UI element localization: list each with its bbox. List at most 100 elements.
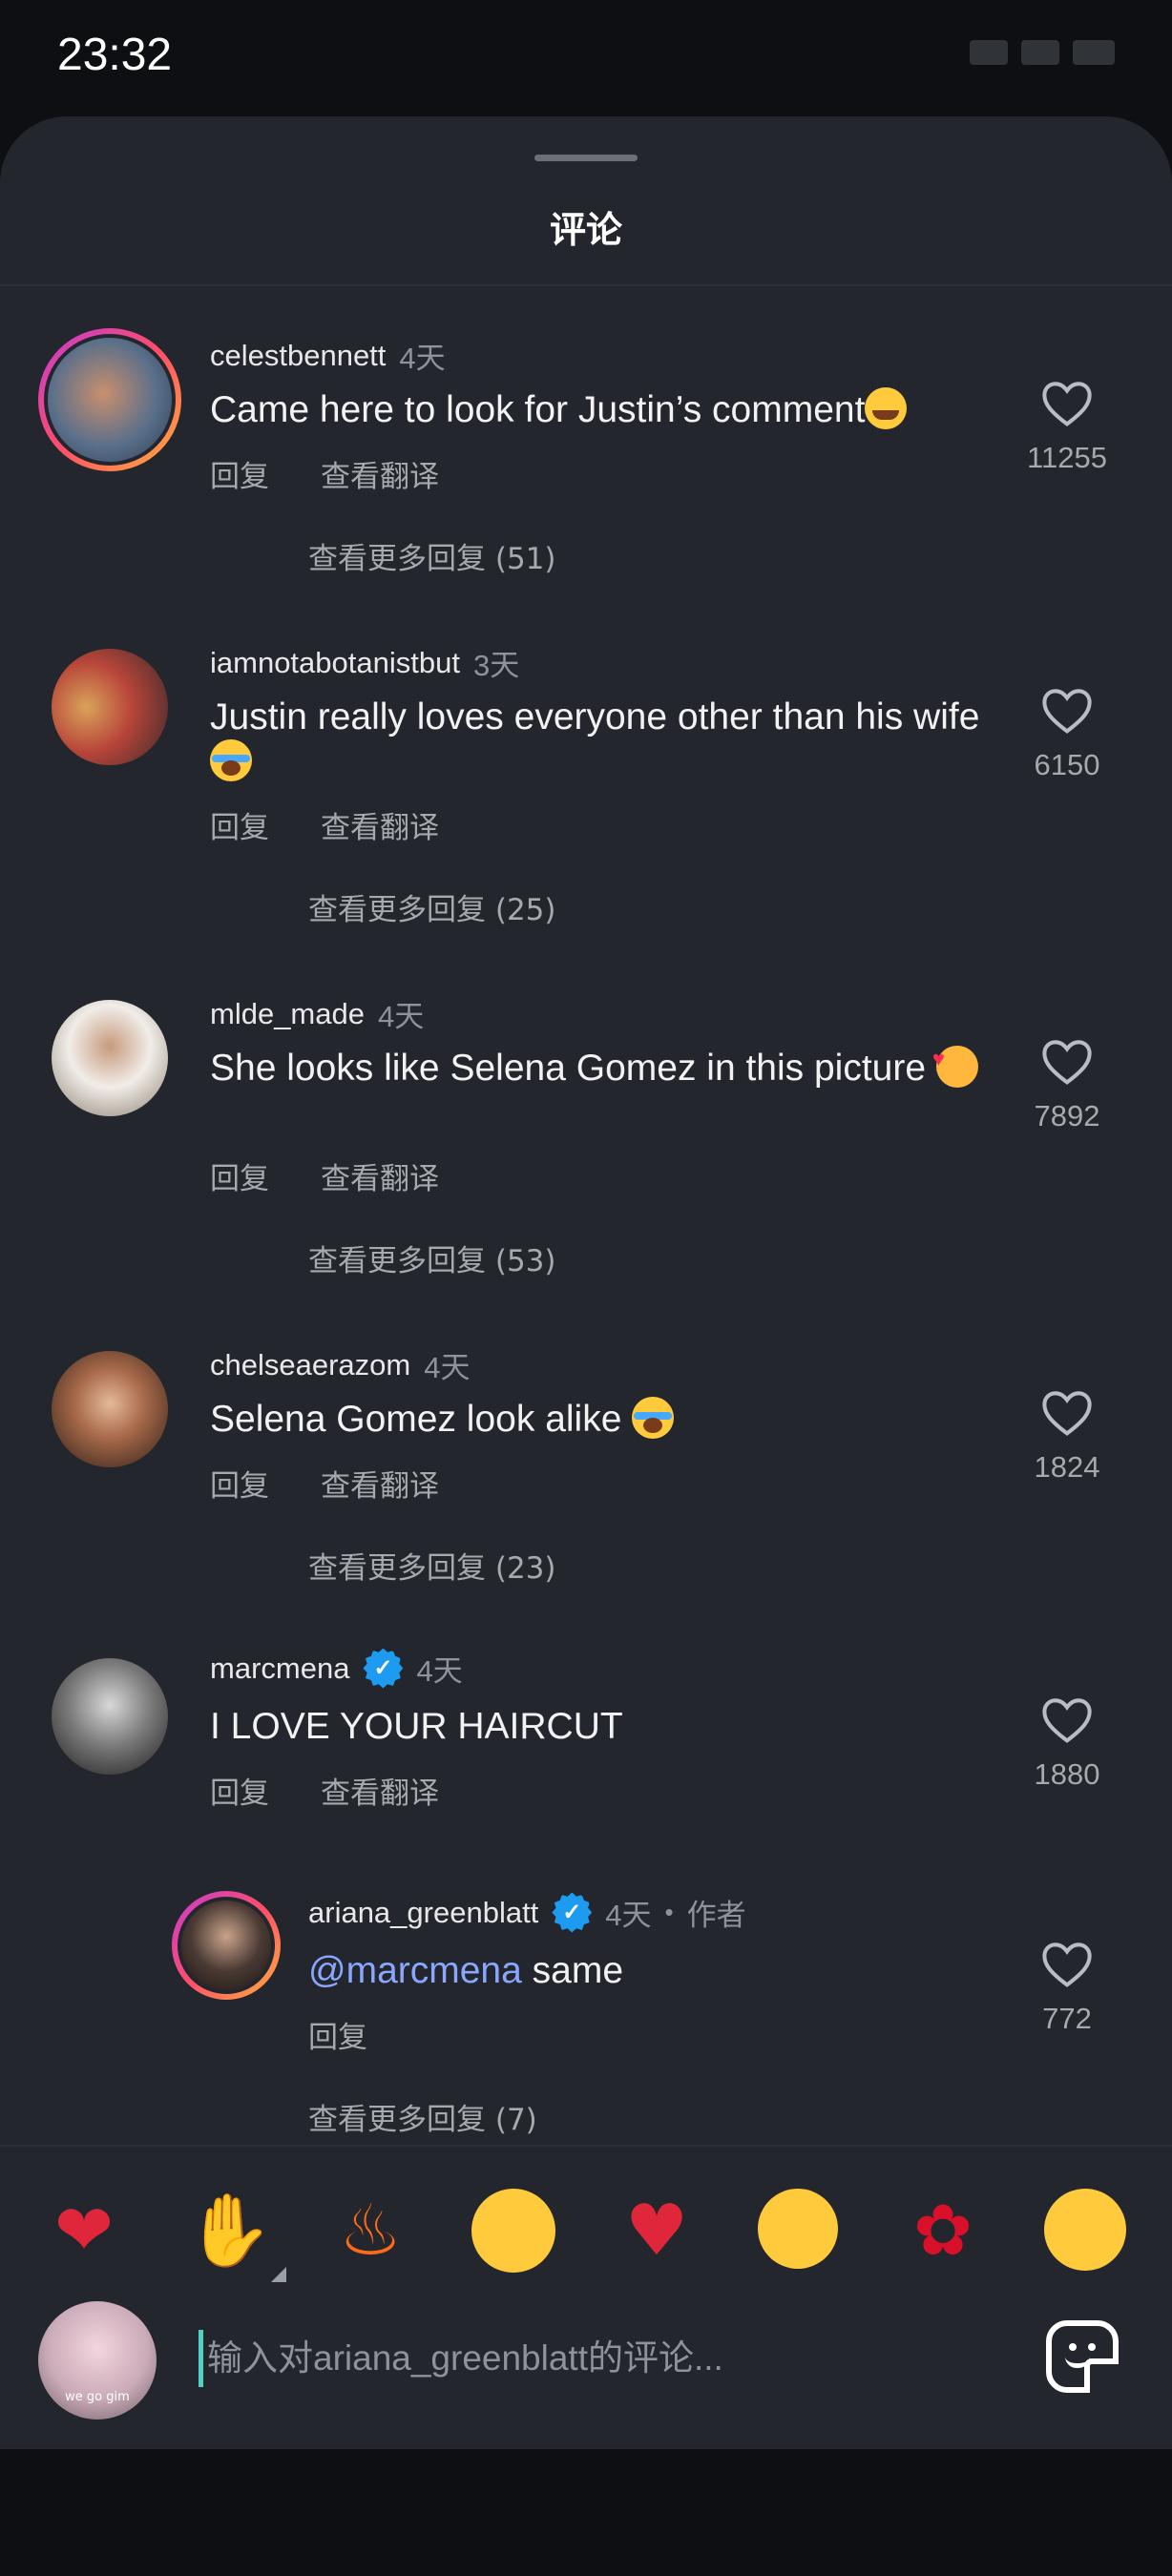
reply-button[interactable]: 回复 [210,803,269,846]
sticker-icon-eye [1088,2343,1096,2351]
mention-link[interactable]: @marcmena [308,1950,522,1991]
sheet-drag-handle[interactable] [534,155,638,161]
red-heart-emoji-button[interactable]: ❤ [42,2189,126,2273]
comment-text: Justin really loves everyone other than … [210,695,1002,784]
sticker-button[interactable] [1046,2320,1119,2393]
sheet-title: 评论 [549,209,622,251]
comment-body: I LOVE YOUR HAIRCUT [210,1706,623,1747]
comment-actions: 回复 查看翻译 [210,1462,439,1505]
comment-text: Came here to look for Justin’s comment [210,387,1002,432]
avatar[interactable] [38,328,181,471]
username[interactable]: chelseaerazom [210,1348,410,1382]
comment-body: Justin really loves everyone other than … [210,696,980,737]
like-count: 1880 [1034,1757,1100,1791]
avatar[interactable] [52,1351,168,1467]
like-button[interactable]: 6150 [1000,687,1134,782]
translate-button[interactable]: 查看翻译 [321,1462,439,1505]
heart-icon [1042,1942,1092,1987]
wifi-icon [1021,40,1059,65]
reply-button[interactable]: 回复 [308,2013,367,2056]
like-count: 1824 [1034,1450,1100,1484]
fire-emoji-button[interactable]: ♨ [328,2189,412,2273]
comment-header: mlde_made 4天 [210,992,424,1035]
avatar[interactable] [52,649,168,765]
comment-text: @marcmena same [308,1948,976,1993]
comment-body: Came here to look for Justin’s comment [210,389,866,430]
author-badge: 作者 [686,1899,746,1932]
rose-emoji-button[interactable]: ✿ [901,2189,985,2273]
comment-text: She looks like Selena Gomez in this pict… [210,1036,1002,1091]
view-more-replies[interactable]: 查看更多回复 (23) [308,1544,556,1587]
like-button[interactable]: 7892 [1000,1038,1134,1133]
comment-header: marcmena ✓ 4天 [210,1647,463,1690]
raising-hands-emoji-button[interactable]: ✋ [185,2189,273,2273]
like-count: 7892 [1034,1099,1100,1132]
username[interactable]: celestbennett [210,339,386,373]
like-count: 772 [1042,2002,1092,2035]
tears-of-joy-icon [1044,2189,1126,2271]
comment-time: 3天 [472,649,520,682]
translate-button[interactable]: 查看翻译 [321,1769,439,1812]
username[interactable]: ariana_greenblatt [308,1896,538,1930]
translate-button[interactable]: 查看翻译 [321,452,439,495]
like-button[interactable]: 772 [1000,1941,1134,2036]
username[interactable]: iamnotabotanistbut [210,646,460,680]
view-more-replies[interactable]: 查看更多回复 (53) [308,1236,556,1279]
verified-badge-icon: ✓ [552,1892,593,1933]
heart-icon [1042,1040,1092,1085]
username[interactable]: marcmena [210,1652,349,1686]
translate-button[interactable]: 查看翻译 [321,1154,439,1197]
heart-icon [1042,1391,1092,1436]
loudly-crying-emoji-button[interactable] [471,2189,555,2273]
heart-eyes-emoji-button[interactable] [758,2189,842,2273]
username[interactable]: mlde_made [210,997,365,1031]
verified-badge-icon: ✓ [363,1648,404,1689]
comment-body: Selena Gomez look alike [210,1399,633,1440]
tears-of-joy-emoji-button[interactable] [1044,2189,1128,2273]
status-time: 23:32 [57,30,173,80]
comment-header: iamnotabotanistbut 3天 [210,641,519,684]
sticker-icon [1069,2343,1077,2351]
reply-button[interactable]: 回复 [210,1462,269,1505]
comment-time: 4天 [399,342,446,375]
like-button[interactable]: 1880 [1000,1696,1134,1792]
like-count: 6150 [1034,748,1100,781]
like-count: 11255 [1027,441,1107,474]
comment-time: 4天 [377,1000,425,1033]
comment-input[interactable] [199,2330,962,2387]
smiling-hearts-emoji [932,1036,978,1088]
view-more-replies[interactable]: 查看更多回复 (51) [308,534,556,577]
like-button[interactable]: 11255 [1000,380,1134,475]
broken-heart-emoji-button[interactable]: ♥ [615,2189,699,2273]
bottom-navigation-area [0,2449,1172,2576]
reply-button[interactable]: 回复 [210,1154,269,1197]
comment-text: Selena Gomez look alike [210,1397,1002,1442]
comment-actions: 回复 查看翻译 [210,1769,439,1812]
heart-eyes-icon [758,2189,838,2269]
comment-header: celestbennett 4天 [210,334,446,377]
avatar[interactable] [52,1658,168,1775]
comments-sheet: 评论 celestbennett 4天 Came here to look fo… [0,116,1172,2449]
comment-actions: 回复 查看翻译 [210,452,439,495]
comment-body: same [521,1950,624,1991]
comment-time: 4天 [416,1654,463,1688]
reply-button[interactable]: 回复 [210,1769,269,1812]
skin-tone-indicator-icon [271,2267,286,2282]
view-more-replies[interactable]: 查看更多回复 (25) [308,885,556,928]
comment-header: chelseaerazom 4天 [210,1343,470,1386]
heart-icon [1042,382,1092,426]
reply-button[interactable]: 回复 [210,452,269,495]
comment-actions: 回复 [308,2013,367,2056]
translate-button[interactable]: 查看翻译 [321,803,439,846]
view-more-replies[interactable]: 查看更多回复 (7) [308,2095,537,2138]
avatar[interactable] [52,1000,168,1116]
crying-emoji [210,739,252,781]
title-divider [0,284,1172,286]
heart-icon [1042,1698,1092,1743]
comment-header: ariana_greenblatt ✓ 4天 • 作者 [308,1891,746,1934]
status-bar: 23:32 [0,0,1172,116]
my-avatar[interactable]: we go gim [38,2301,157,2420]
crying-emoji [632,1397,675,1439]
avatar[interactable] [172,1891,281,2000]
like-button[interactable]: 1824 [1000,1389,1134,1485]
